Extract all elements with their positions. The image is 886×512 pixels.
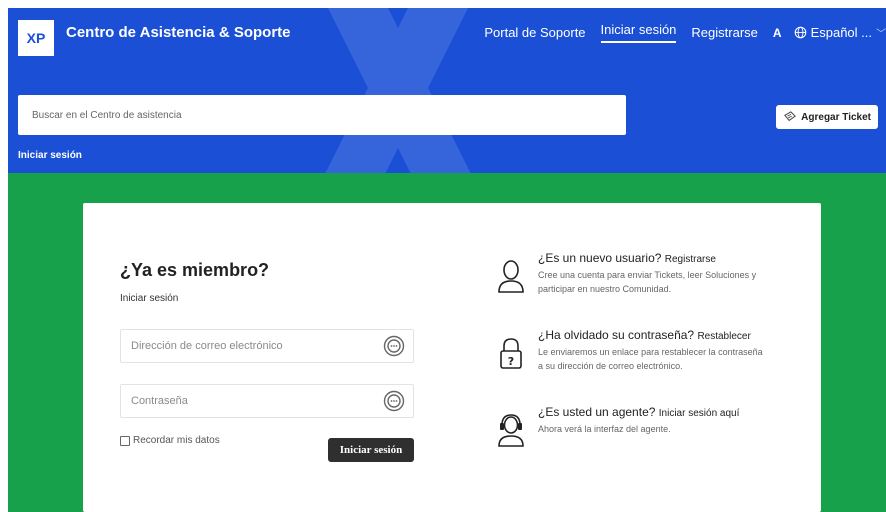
remember-checkbox[interactable]	[120, 435, 130, 446]
password-field[interactable]: Contraseña	[120, 384, 414, 418]
login-title: ¿Ya es miembro?	[120, 260, 270, 280]
password-manager-icon[interactable]	[383, 335, 405, 357]
login-subtitle: Iniciar sesión	[120, 293, 179, 304]
agent-question: ¿Es usted un agente?	[538, 405, 656, 419]
agent-desc: Ahora verá la interfaz del agente.	[538, 424, 671, 434]
register-link[interactable]: Registrarse	[665, 254, 716, 265]
nav-register-link[interactable]: Registrarse	[691, 25, 757, 40]
email-placeholder: Dirección de correo electrónico	[131, 340, 283, 352]
new-user-desc-1: Cree una cuenta para enviar Tickets, lee…	[538, 270, 757, 280]
headset-agent-icon	[498, 414, 524, 447]
top-nav: Portal de Soporte Iniciar sesión Registr…	[484, 22, 886, 43]
site-header: XP Centro de Asistencia & Soporte Portal…	[8, 8, 886, 173]
nav-portal-link[interactable]: Portal de Soporte	[484, 25, 585, 40]
globe-icon	[794, 26, 806, 39]
brand-title[interactable]: Centro de Asistencia & Soporte	[66, 24, 291, 41]
agent-signin-link[interactable]: Iniciar sesión aquí	[659, 408, 740, 419]
svg-text:?: ?	[508, 355, 514, 368]
ticket-icon	[784, 111, 797, 122]
breadcrumb-signin[interactable]: Iniciar sesión	[18, 150, 82, 161]
chevron-down-icon: ﹀	[876, 29, 886, 40]
language-label: Español ...	[810, 25, 872, 40]
forgot-desc-2: a su dirección de correo electrónico.	[538, 361, 683, 371]
email-field[interactable]: Dirección de correo electrónico	[120, 329, 414, 363]
add-ticket-label: Agregar Ticket	[801, 111, 871, 123]
search-input[interactable]: Buscar en el Centro de asistencia	[18, 95, 626, 135]
language-selector[interactable]: Español ... ﹀	[794, 25, 886, 40]
nav-signin-link[interactable]: Iniciar sesión	[600, 22, 677, 43]
new-user-desc-2: participar en nuestro Comunidad.	[538, 284, 672, 294]
forgot-question: ¿Ha olvidado su contraseña?	[538, 328, 695, 342]
logo[interactable]: XP	[18, 20, 54, 56]
remember-me[interactable]: Recordar mis datos	[120, 435, 220, 446]
signin-button[interactable]: Iniciar sesión	[328, 438, 414, 462]
user-icon	[498, 260, 524, 293]
font-size-icon[interactable]: A	[773, 26, 782, 40]
password-placeholder: Contraseña	[131, 395, 188, 407]
lock-question-icon: ?	[500, 338, 522, 369]
reset-link[interactable]: Restablecer	[697, 331, 750, 342]
forgot-desc-1: Le enviaremos un enlace para restablecer…	[538, 347, 763, 357]
new-user-question: ¿Es un nuevo usuario?	[538, 251, 662, 265]
add-ticket-button[interactable]: Agregar Ticket	[776, 105, 878, 129]
password-manager-icon[interactable]	[383, 390, 405, 412]
login-card: ¿Ya es miembro? Iniciar sesión Dirección…	[83, 203, 821, 512]
remember-label: Recordar mis datos	[133, 435, 220, 446]
